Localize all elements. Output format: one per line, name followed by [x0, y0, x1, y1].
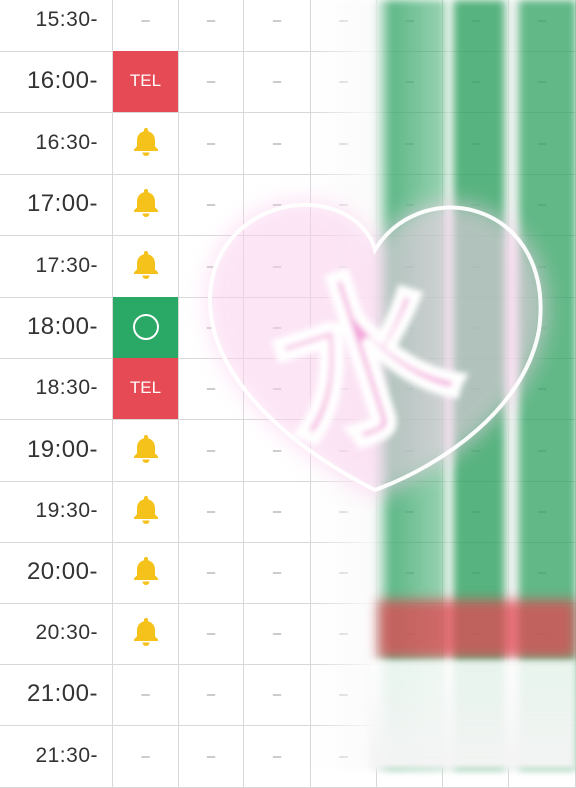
time-label: 18:30- [0, 358, 113, 419]
unavailable-slot: – [113, 0, 179, 51]
waitlist-slot[interactable] [113, 481, 179, 542]
time-label: 20:00- [0, 542, 113, 603]
bell-icon [130, 125, 162, 162]
waitlist-slot[interactable] [113, 420, 179, 481]
time-label: 17:00- [0, 174, 113, 235]
time-label: 18:00- [0, 297, 113, 358]
bell-icon [130, 554, 162, 591]
time-label: 21:30- [0, 726, 113, 787]
time-label: 21:00- [0, 664, 113, 725]
unavailable-slot: – [244, 0, 311, 51]
blurred-red-block [378, 600, 576, 658]
time-label: 15:30- [0, 0, 113, 51]
available-circle-icon [132, 314, 159, 341]
bell-icon [130, 248, 162, 285]
unavailable-slot: – [244, 726, 311, 787]
heart-stamp: 水 [205, 198, 547, 500]
unavailable-slot: – [179, 113, 244, 174]
time-label: 19:30- [0, 481, 113, 542]
time-label: 20:30- [0, 603, 113, 664]
tel-slot[interactable]: TEL [113, 51, 179, 112]
unavailable-slot: – [244, 51, 311, 112]
unavailable-slot: – [179, 603, 244, 664]
unavailable-slot: – [179, 51, 244, 112]
unavailable-slot: – [179, 542, 244, 603]
time-label: 17:30- [0, 236, 113, 297]
waitlist-slot[interactable] [113, 113, 179, 174]
unavailable-slot: – [244, 113, 311, 174]
unavailable-slot: – [179, 726, 244, 787]
blurred-bottom-area [370, 660, 576, 769]
waitlist-slot[interactable] [113, 174, 179, 235]
waitlist-slot[interactable] [113, 542, 179, 603]
unavailable-slot: – [244, 603, 311, 664]
waitlist-slot[interactable] [113, 603, 179, 664]
time-label: 19:00- [0, 420, 113, 481]
available-slot[interactable] [113, 297, 179, 358]
bell-icon [130, 432, 162, 469]
bell-icon [130, 186, 162, 223]
unavailable-slot: – [179, 664, 244, 725]
unavailable-slot: – [113, 726, 179, 787]
unavailable-slot: – [244, 664, 311, 725]
unavailable-slot: – [113, 664, 179, 725]
time-label: 16:30- [0, 113, 113, 174]
waitlist-slot[interactable] [113, 236, 179, 297]
unavailable-slot: – [244, 542, 311, 603]
bell-icon [130, 615, 162, 652]
unavailable-slot: – [179, 0, 244, 51]
time-label: 16:00- [0, 51, 113, 112]
bell-icon [130, 493, 162, 530]
tel-slot[interactable]: TEL [113, 358, 179, 419]
